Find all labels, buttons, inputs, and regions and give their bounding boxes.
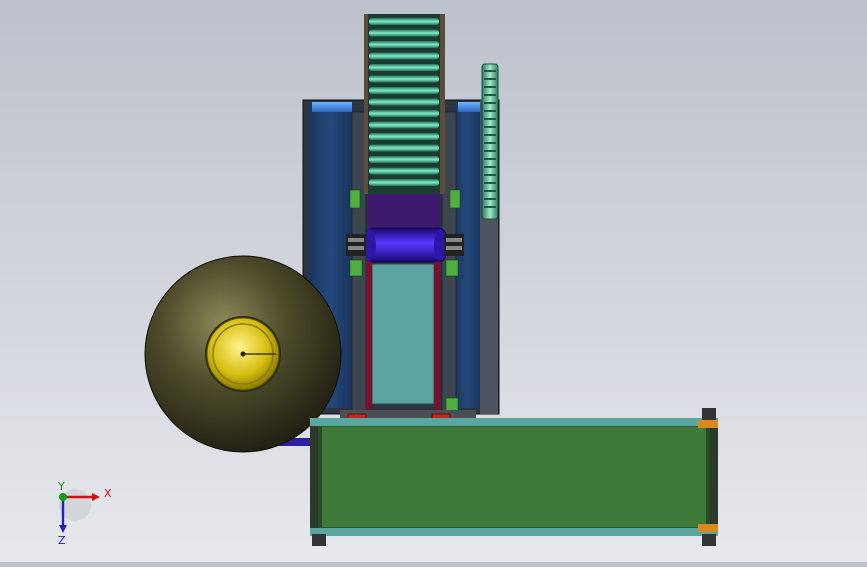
roller-rib [369,98,439,106]
gear-tooth [484,174,496,176]
model-view[interactable]: X Y Z [0,0,867,562]
roller-rib [369,121,439,129]
gear-tooth [484,158,496,160]
bearing-left [346,234,366,256]
gear-tooth [484,198,496,200]
gear-tooth [484,134,496,136]
gear-tooth [484,110,496,112]
y-axis-label: Y [57,480,65,493]
gear-tooth [484,182,496,184]
axis-triad: X Y Z [57,480,112,547]
roller-rib [369,64,439,71]
roller-rib [369,52,439,60]
y-axis [59,493,67,501]
roller-rib [369,133,439,140]
gear-tooth [484,190,496,192]
roller-rib [369,110,439,117]
roller-rib [369,156,439,163]
gear-tooth [484,166,496,168]
bearing-right [444,234,464,256]
z-axis-label: Z [58,534,66,547]
side-gear[interactable] [481,63,499,220]
gear-tooth [484,94,496,96]
roller-rib [369,41,439,48]
roller-rib [369,87,439,94]
gear-tooth [484,70,496,72]
gear-tooth [484,78,496,80]
roller-rib [369,29,439,37]
purple-roller-assembly[interactable] [364,194,447,263]
gear-tooth [484,102,496,104]
gear-tooth [484,126,496,128]
gear-tooth [484,142,496,144]
teal-panel[interactable] [366,262,440,412]
x-axis-label: X [104,487,112,500]
gear-tooth [484,150,496,152]
gear-tooth [484,206,496,208]
roller-rib [369,179,439,186]
gear-tooth [484,118,496,120]
roller-stack[interactable] [368,14,440,194]
cad-viewport[interactable]: X Y Z [0,0,867,562]
roller-rib [369,167,439,175]
gear-tooth [484,86,496,88]
roller-rib [369,18,439,25]
bottom-conveyor[interactable] [310,408,718,546]
roller-rib [369,75,439,83]
roller-rib [369,144,439,152]
